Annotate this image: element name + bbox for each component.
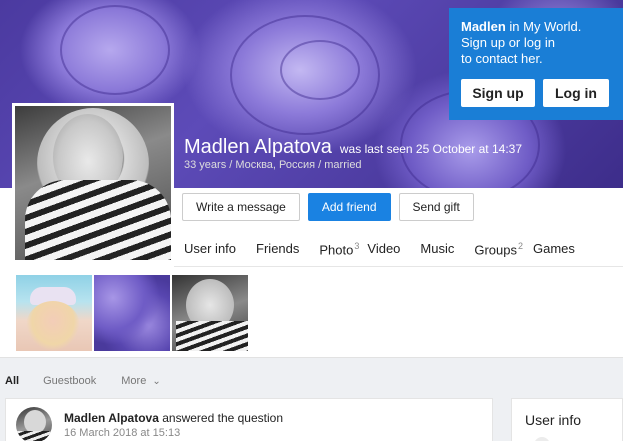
- feed-tab-more[interactable]: More ⌄: [121, 375, 160, 387]
- photo-thumbnail[interactable]: [172, 275, 248, 351]
- cover-petal: [280, 40, 360, 100]
- post-date: 16 March 2018 at 15:13: [64, 427, 181, 439]
- avatar-shirt: [25, 180, 171, 260]
- tab-label: User info: [184, 241, 237, 256]
- profile-tabs: User info Friends Photo3 Video Music Gro…: [184, 241, 595, 257]
- photo-thumbnail[interactable]: [16, 275, 92, 351]
- tab-video[interactable]: Video: [367, 241, 400, 257]
- add-friend-button[interactable]: Add friend: [307, 193, 391, 221]
- profile-info: 33 years / Москва, Россия / married: [184, 159, 362, 171]
- login-message-line3: to contact her.: [461, 51, 543, 66]
- tab-label: Games: [533, 241, 575, 256]
- send-gift-button[interactable]: Send gift: [398, 193, 474, 221]
- write-message-button[interactable]: Write a message: [182, 193, 300, 221]
- feed-tabs: All Guestbook More ⌄: [5, 375, 186, 387]
- tab-music[interactable]: Music: [420, 241, 454, 257]
- profile-name: Madlen Alpatova: [184, 136, 332, 158]
- post-author-avatar[interactable]: [16, 407, 52, 441]
- chevron-down-icon: ⌄: [152, 376, 161, 387]
- feed-tab-all[interactable]: All: [5, 375, 19, 387]
- tab-games[interactable]: Games: [533, 241, 575, 257]
- tab-label: Friends: [256, 241, 300, 256]
- login-button[interactable]: Log in: [543, 79, 609, 107]
- last-seen-status: was last seen 25 October at 14:37: [339, 142, 522, 156]
- login-message-name: Madlen: [461, 19, 506, 34]
- tab-label: Photo: [319, 242, 354, 258]
- login-message-rest: in My World.: [505, 19, 582, 34]
- signup-button[interactable]: Sign up: [461, 79, 535, 107]
- post-action-text: answered the question: [158, 411, 283, 425]
- post-author-link[interactable]: Madlen Alpatova: [64, 411, 159, 425]
- tab-groups[interactable]: Groups2: [474, 241, 523, 257]
- post-header: Madlen Alpatova answered the question: [64, 411, 283, 425]
- tab-count: 2: [518, 241, 524, 251]
- login-prompt: Madlen in My World. Sign up or log in to…: [449, 8, 623, 120]
- divider: [174, 266, 623, 267]
- tab-label: Video: [367, 241, 401, 256]
- photo-thumbnail[interactable]: [94, 275, 170, 351]
- feed-tab-more-label: More: [121, 375, 147, 387]
- tab-friends[interactable]: Friends: [256, 241, 299, 257]
- tab-user-info[interactable]: User info: [184, 241, 236, 257]
- tab-count: 3: [354, 241, 360, 251]
- feed-post: Madlen Alpatova answered the question 16…: [5, 398, 493, 441]
- tab-label: Music: [420, 241, 455, 256]
- sidebar-user-info: User info: [511, 398, 623, 441]
- login-message: Madlen in My World. Sign up or log in to…: [461, 19, 611, 67]
- sidebar-title: User info: [525, 412, 582, 428]
- photo-strip: [16, 275, 248, 351]
- avatar[interactable]: [12, 103, 174, 263]
- tab-photo[interactable]: Photo3: [319, 241, 359, 257]
- login-message-line2: Sign up or log in: [461, 35, 555, 50]
- feed-tab-guestbook[interactable]: Guestbook: [43, 375, 96, 387]
- cover-petal: [60, 5, 170, 95]
- tab-label: Groups: [474, 242, 517, 258]
- avatar-image: [15, 106, 171, 260]
- sidebar-icon: [534, 437, 550, 441]
